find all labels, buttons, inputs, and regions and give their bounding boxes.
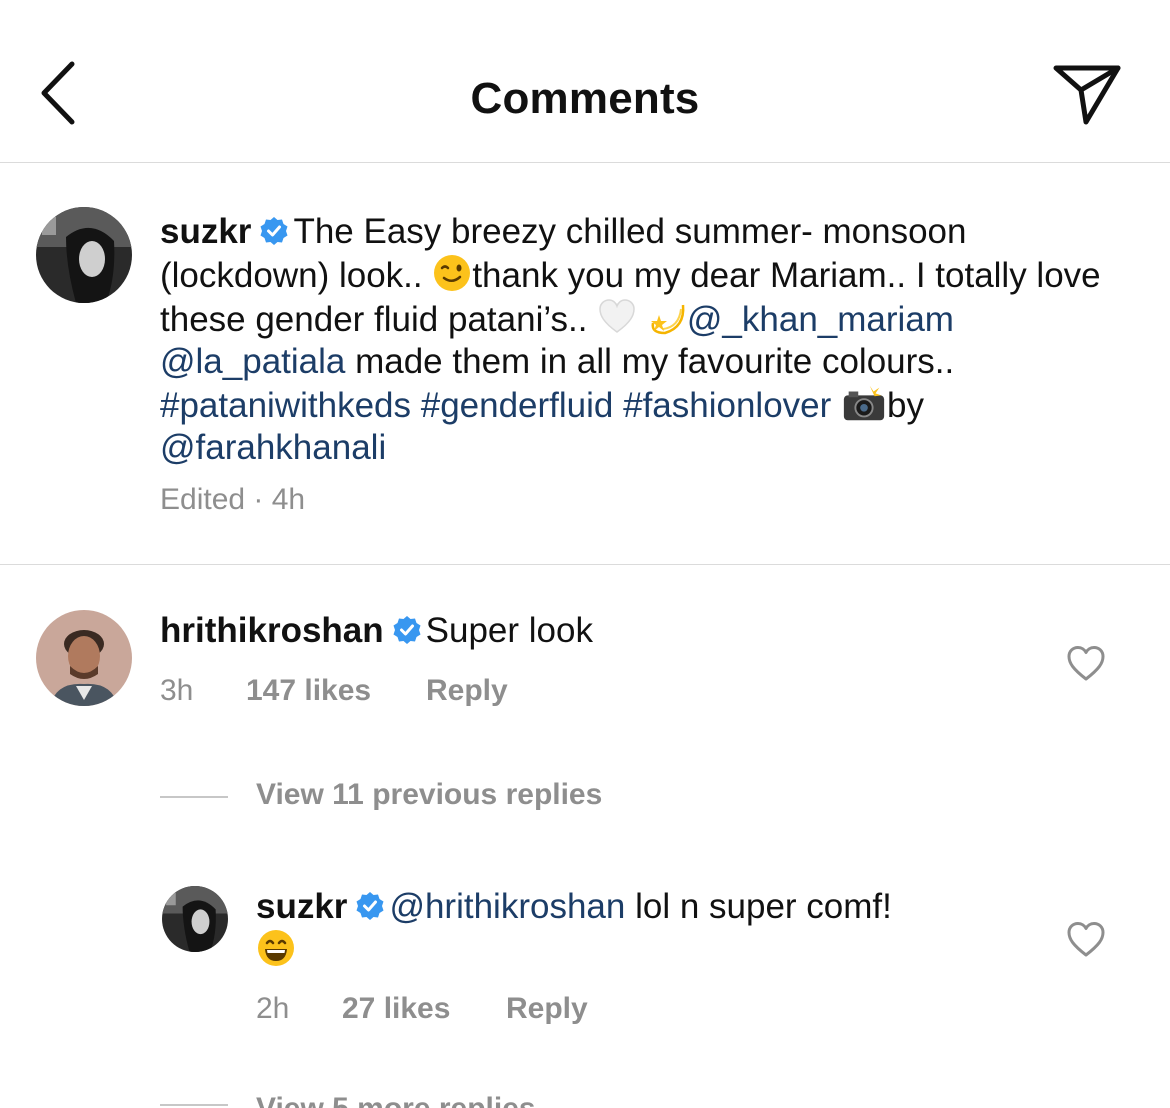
- reply-button[interactable]: Reply: [426, 674, 508, 708]
- share-button[interactable]: [1048, 60, 1126, 130]
- reply-button[interactable]: Reply: [506, 992, 588, 1026]
- dizzy-emoji-icon: [650, 304, 685, 335]
- comment-text: hrithikroshan Super look: [160, 610, 1020, 652]
- caption-text: suzkr The Easy breezy chilled summer- mon…: [160, 211, 1130, 469]
- avatar-image: [36, 610, 132, 706]
- comments-screen: Comments suzkr The Easy breezy chilled su…: [0, 0, 1170, 1108]
- replies-divider-line: [160, 1104, 228, 1106]
- reply-likes[interactable]: 27 likes: [342, 992, 450, 1026]
- avatar-image: [36, 207, 132, 303]
- camera-flash-emoji-icon: [843, 385, 885, 421]
- caption-username[interactable]: suzkr: [160, 212, 251, 251]
- comment-time: 3h: [160, 674, 194, 707]
- view-more-replies-label[interactable]: View 5 more replies: [256, 1092, 536, 1108]
- reply-username[interactable]: suzkr: [256, 887, 347, 926]
- avatar[interactable]: [36, 610, 132, 706]
- mention-link[interactable]: @_khan_mariam: [687, 300, 954, 339]
- view-replies-toggle[interactable]: View 11 previous replies: [160, 778, 660, 818]
- comment-body: Super look: [425, 611, 593, 650]
- caption-meta: Edited · 4h: [160, 483, 306, 516]
- post-caption: suzkr The Easy breezy chilled summer- mon…: [0, 163, 1170, 565]
- caption-text-part: made them in all my favourite colours..: [345, 342, 955, 381]
- mention-link[interactable]: @hrithikroshan: [389, 887, 625, 926]
- white-heart-emoji-icon: [599, 299, 635, 333]
- comment-username[interactable]: hrithikroshan: [160, 611, 384, 650]
- verified-badge-icon: [393, 616, 421, 644]
- mention-link[interactable]: @la_patiala: [160, 342, 345, 381]
- page-title: Comments: [470, 74, 700, 123]
- replies-divider-line: [160, 796, 228, 798]
- avatar[interactable]: [162, 886, 228, 952]
- reply-body: lol n super comf!: [625, 887, 892, 926]
- avatar[interactable]: [36, 207, 132, 303]
- hashtag-links[interactable]: #pataniwithkeds #genderfluid #fashionlov…: [160, 386, 831, 425]
- reply-meta: 2h 27 likes Reply: [256, 992, 856, 1032]
- grinning-emoji-icon: [258, 930, 294, 966]
- comment-likes[interactable]: 147 likes: [246, 674, 371, 708]
- heart-icon[interactable]: [1066, 644, 1106, 684]
- reply-time: 2h: [256, 992, 290, 1025]
- wink-emoji-icon: [434, 255, 471, 291]
- heart-icon[interactable]: [1066, 920, 1106, 960]
- verified-badge-icon: [356, 892, 384, 920]
- caption-text-part: by: [887, 386, 924, 425]
- header-bar: Comments: [0, 0, 1170, 163]
- verified-badge-icon: [260, 217, 288, 245]
- comment-meta: 3h 147 likes Reply: [160, 674, 760, 714]
- reply-text: suzkr @hrithikroshan lol n super comf!: [256, 886, 1036, 972]
- avatar-image: [162, 886, 228, 952]
- view-replies-label[interactable]: View 11 previous replies: [256, 778, 602, 812]
- paper-plane-icon: [1053, 65, 1121, 125]
- mention-link[interactable]: @farahkhanali: [160, 428, 386, 467]
